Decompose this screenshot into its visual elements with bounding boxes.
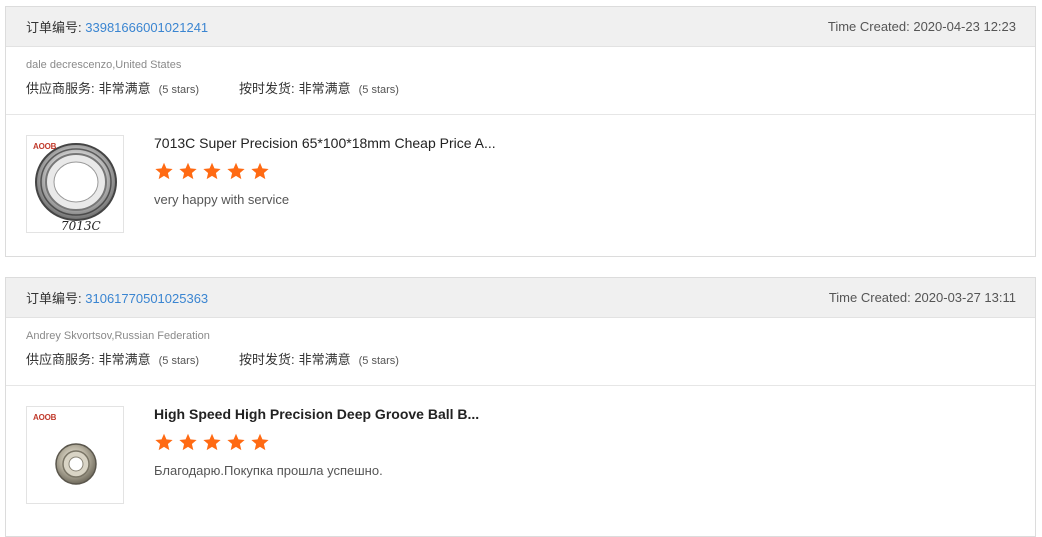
buyer-feedback: Andrey Skvortsov,Russian Federation 供应商服…	[6, 318, 1035, 386]
product-thumbnail[interactable]: AOOB 7013C	[26, 135, 124, 233]
rating-label: 供应商服务:	[26, 81, 95, 96]
rating-value: 非常满意	[98, 81, 151, 96]
order-header: 订单编号: 31061770501025363 Time Created: 20…	[6, 278, 1035, 318]
product-thumbnail[interactable]: AOOB	[26, 406, 124, 504]
rating-value: 非常满意	[298, 81, 351, 96]
order-card: 订单编号: 33981666001021241 Time Created: 20…	[5, 6, 1036, 257]
product-title[interactable]: High Speed High Precision Deep Groove Ba…	[154, 405, 479, 423]
product-star-rating	[154, 433, 274, 451]
product-review: AOOB 7013C 7013C Super Precision 65*100*…	[6, 115, 1035, 255]
star-icon	[155, 433, 173, 451]
star-icon	[179, 433, 197, 451]
star-icon	[203, 433, 221, 451]
rating-stars-text: (5 stars)	[358, 355, 399, 367]
star-icon	[203, 162, 221, 180]
rating-value: 非常满意	[98, 352, 151, 367]
order-number-label: 订单编号:	[26, 20, 82, 35]
product-title[interactable]: 7013C Super Precision 65*100*18mm Cheap …	[154, 134, 496, 152]
product-review: AOOB High Speed High Precision Deep Groo…	[6, 386, 1035, 526]
order-number-label: 订单编号:	[26, 291, 82, 306]
order-id: 订单编号: 33981666001021241	[26, 17, 208, 36]
order-id: 订单编号: 31061770501025363	[26, 288, 208, 307]
ratings-row: 供应商服务: 非常满意 (5 stars) 按时发货: 非常满意 (5 star…	[26, 81, 1015, 98]
rating-label: 按时发货:	[238, 352, 295, 367]
on-time-delivery-rating: 按时发货: 非常满意 (5 stars)	[239, 81, 399, 98]
order-number-link[interactable]: 31061770501025363	[85, 291, 208, 306]
star-icon	[155, 162, 173, 180]
review-text: Благодарю.Покупка прошла успешно.	[154, 463, 383, 478]
ratings-row: 供应商服务: 非常满意 (5 stars) 按时发货: 非常满意 (5 star…	[26, 352, 1015, 369]
buyer-name: dale decrescenzo,United States	[26, 59, 182, 71]
buyer-feedback: dale decrescenzo,United States 供应商服务: 非常…	[6, 47, 1035, 115]
time-created: Time Created: 2020-03-27 13:11	[828, 290, 1016, 305]
review-text: very happy with service	[154, 192, 290, 207]
rating-label: 按时发货:	[238, 81, 295, 96]
brand-logo: AOOB	[33, 413, 57, 422]
star-icon	[179, 162, 197, 180]
star-icon	[227, 162, 245, 180]
rating-stars-text: (5 stars)	[158, 84, 199, 96]
star-icon	[251, 433, 269, 451]
handwritten-label: 7013C	[61, 219, 101, 233]
order-card: 订单编号: 31061770501025363 Time Created: 20…	[5, 277, 1036, 537]
rating-stars-text: (5 stars)	[158, 355, 199, 367]
time-created: Time Created: 2020-04-23 12:23	[827, 19, 1016, 34]
rating-value: 非常满意	[298, 352, 351, 367]
star-icon	[227, 433, 245, 451]
buyer-name: Andrey Skvortsov,Russian Federation	[26, 330, 210, 342]
order-header: 订单编号: 33981666001021241 Time Created: 20…	[6, 7, 1035, 47]
rating-stars-text: (5 stars)	[358, 84, 399, 96]
on-time-delivery-rating: 按时发货: 非常满意 (5 stars)	[239, 352, 399, 369]
rating-label: 供应商服务:	[26, 352, 95, 367]
star-icon	[251, 162, 269, 180]
supplier-service-rating: 供应商服务: 非常满意 (5 stars)	[26, 352, 199, 369]
supplier-service-rating: 供应商服务: 非常满意 (5 stars)	[26, 81, 199, 98]
order-number-link[interactable]: 33981666001021241	[85, 20, 208, 35]
product-star-rating	[154, 162, 274, 180]
brand-logo: AOOB	[33, 142, 57, 151]
